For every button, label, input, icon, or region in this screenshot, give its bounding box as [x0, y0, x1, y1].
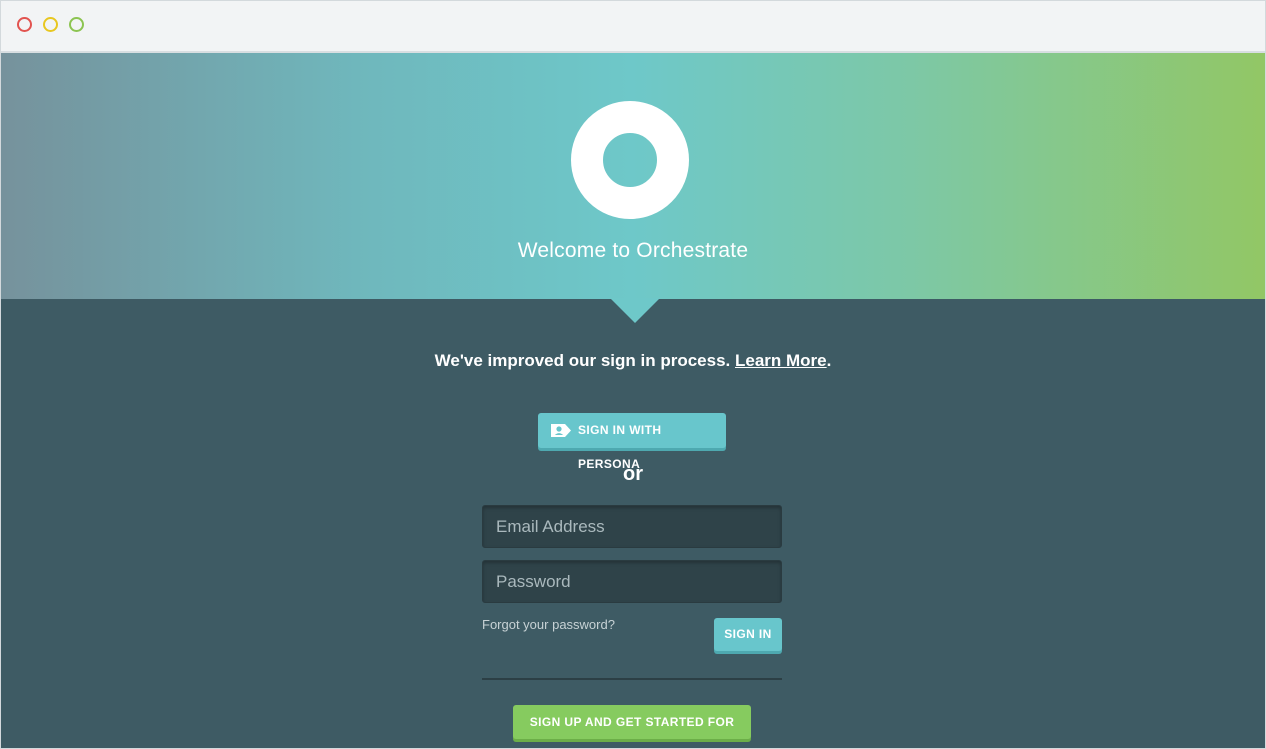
forgot-password-link[interactable]: Forgot your password? — [482, 617, 615, 632]
notice-text: We've improved our sign in process. — [434, 351, 731, 370]
welcome-title: Welcome to Orchestrate — [517, 239, 749, 262]
sign-in-button[interactable]: SIGN IN — [714, 618, 782, 651]
password-field[interactable] — [482, 560, 782, 603]
minimize-window-icon[interactable] — [43, 17, 58, 32]
sign-in-with-persona-button[interactable]: SIGN IN WITH PERSONA — [538, 413, 726, 471]
sign-up-button[interactable]: SIGN UP AND GET STARTED FOR FREE — [513, 705, 751, 739]
ring-logo-icon — [571, 101, 689, 219]
close-window-icon[interactable] — [17, 17, 32, 32]
maximize-window-icon[interactable] — [69, 17, 84, 32]
email-field[interactable] — [482, 505, 782, 548]
email-input[interactable] — [496, 506, 776, 547]
window-titlebar — [1, 1, 1265, 53]
learn-more-link[interactable]: Learn More — [735, 351, 827, 370]
signin-notice: We've improved our sign in process. Lear… — [1, 351, 1265, 371]
notice-suffix: . — [826, 351, 832, 370]
persona-id-icon — [551, 424, 571, 437]
welcome-hero: Welcome to Orchestrate — [1, 53, 1265, 299]
form-divider — [482, 678, 782, 680]
hero-pointer-arrow — [610, 298, 660, 323]
or-separator: or — [623, 463, 643, 485]
browser-window: Welcome to Orchestrate We've improved ou… — [0, 0, 1266, 749]
password-input[interactable] — [496, 561, 776, 602]
signin-panel: We've improved our sign in process. Lear… — [1, 299, 1265, 748]
